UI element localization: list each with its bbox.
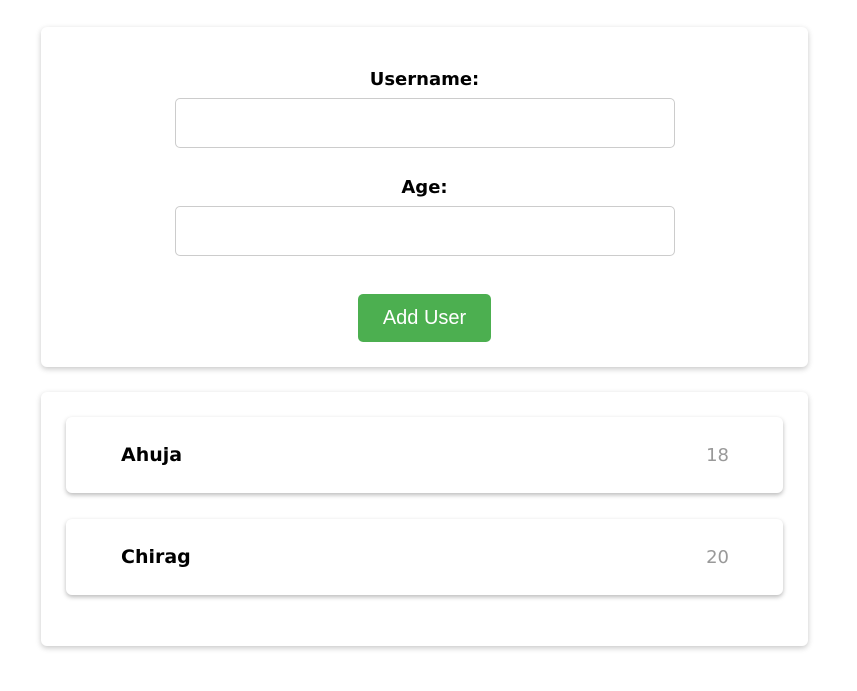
user-list: Ahuja 18 Chirag 20 [41, 392, 808, 646]
age-label: Age: [401, 177, 448, 198]
user-name: Chirag [121, 546, 191, 568]
add-user-button[interactable]: Add User [358, 294, 491, 342]
user-age: 20 [706, 547, 729, 568]
username-input[interactable] [175, 98, 675, 148]
age-input[interactable] [175, 206, 675, 256]
add-user-form: Username: Age: Add User [41, 27, 808, 367]
user-name: Ahuja [121, 444, 183, 466]
user-age: 18 [706, 445, 729, 466]
user-list-item: Ahuja 18 [66, 417, 783, 493]
user-list-item: Chirag 20 [66, 519, 783, 595]
username-label: Username: [369, 69, 480, 90]
